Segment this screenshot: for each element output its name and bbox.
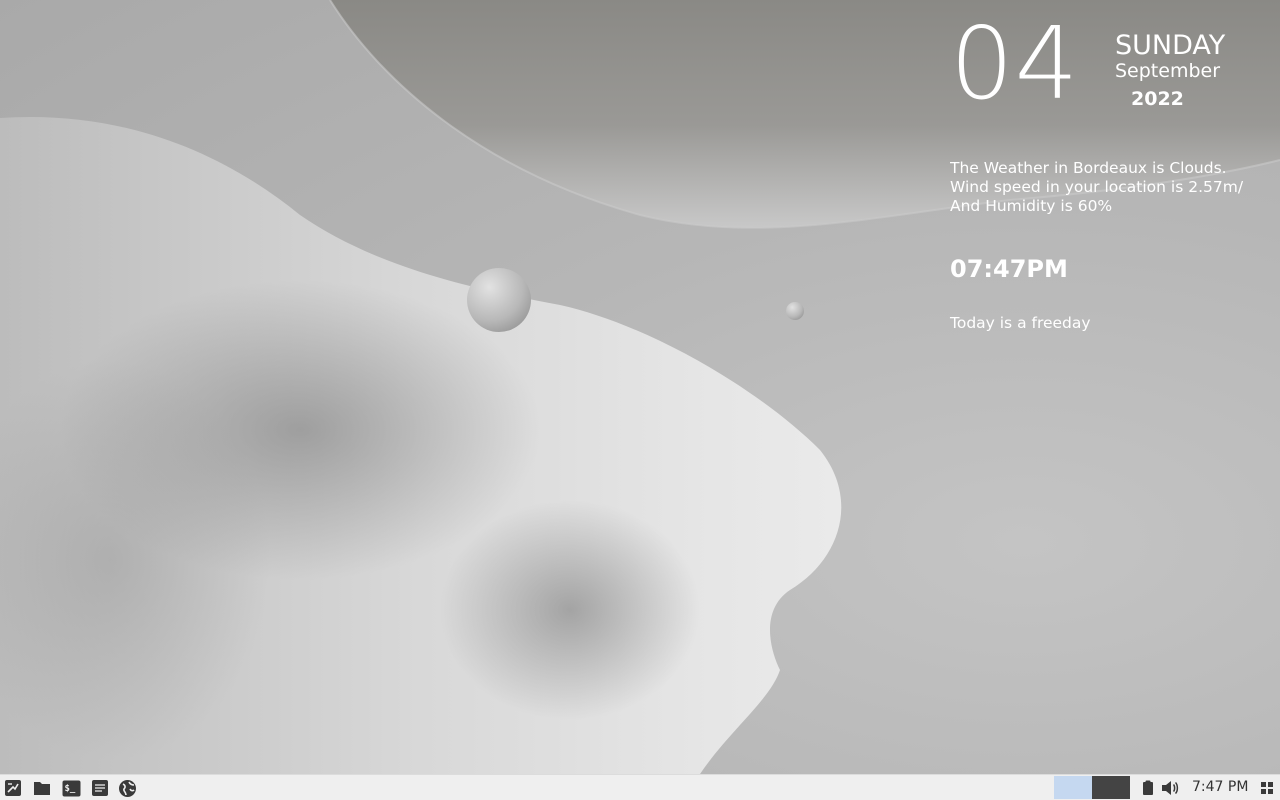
taskbar: $_ 7:47 PM [0, 774, 1280, 800]
weather-humidity-text: And Humidity is 60% [950, 197, 1113, 215]
date-day-number: 04 [950, 5, 1080, 122]
date-weekday: SUNDAY [1115, 30, 1226, 61]
terminal-icon[interactable]: $_ [61, 778, 81, 798]
weather-wind-text: Wind speed in your location is 2.57m/ [950, 178, 1244, 196]
weather-info: The Weather in Bordeaux is Clouds. Wind … [950, 159, 1280, 216]
day-status-text: Today is a freeday [950, 314, 1091, 332]
date-year: 2022 [1131, 88, 1184, 110]
globe-icon[interactable] [117, 778, 137, 798]
conky-clock: 07:47PM [950, 255, 1068, 283]
show-desktop-icon[interactable] [1257, 778, 1277, 798]
clipboard-icon[interactable] [1138, 778, 1158, 798]
date-month: September [1115, 60, 1221, 82]
svg-text:$_: $_ [64, 784, 75, 794]
text-editor-icon[interactable] [90, 778, 110, 798]
workspace-2[interactable] [1092, 776, 1130, 799]
wallpaper [0, 0, 1280, 774]
workspace-1[interactable] [1054, 776, 1092, 799]
app-menu-icon[interactable] [3, 778, 23, 798]
folder-icon[interactable] [32, 778, 52, 798]
volume-icon[interactable] [1160, 778, 1180, 798]
taskbar-clock[interactable]: 7:47 PM [1192, 780, 1248, 794]
desktop[interactable]: 04 SUNDAY September 2022 The Weather in … [0, 0, 1280, 774]
weather-condition-text: The Weather in Bordeaux is Clouds. [950, 159, 1227, 177]
